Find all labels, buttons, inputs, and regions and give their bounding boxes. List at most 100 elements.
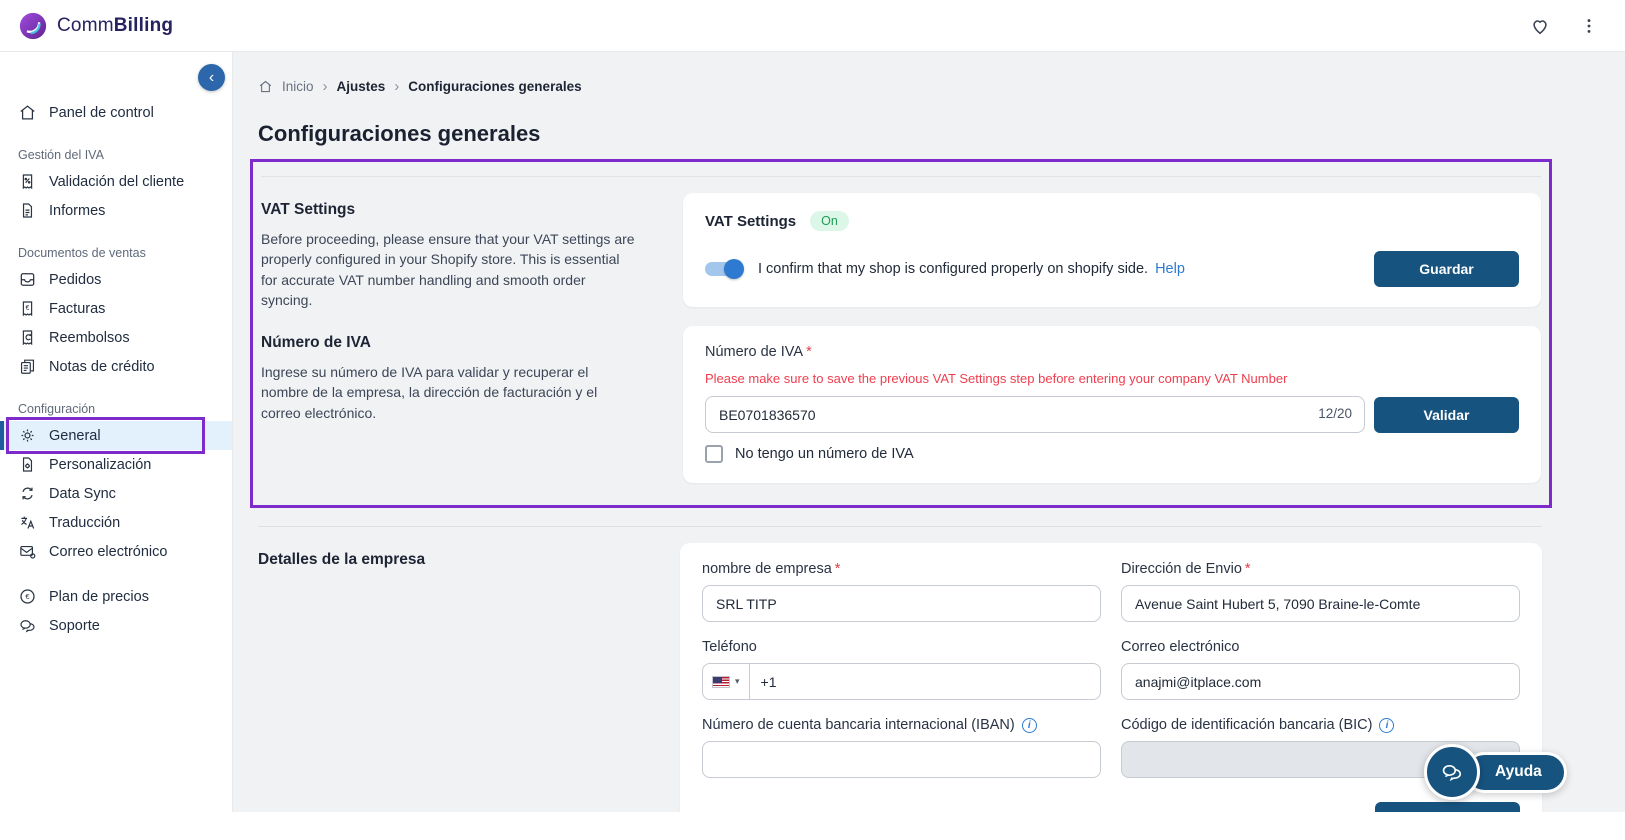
iban-input[interactable] bbox=[702, 741, 1101, 778]
status-badge-on: On bbox=[810, 211, 849, 231]
brand-logo[interactable]: CommBilling bbox=[18, 11, 173, 41]
required-asterisk: * bbox=[835, 561, 841, 577]
sidebar: ‹ Panel de control Gestión del IVA bbox=[0, 52, 233, 812]
sidebar-item-label: Traducción bbox=[49, 515, 120, 531]
sidebar-item-reembolsos[interactable]: Reembolsos bbox=[0, 323, 232, 352]
translate-icon bbox=[18, 513, 37, 532]
sidebar-item-general[interactable]: General bbox=[0, 421, 232, 450]
sidebar-section-gestion-iva: Gestión del IVA bbox=[0, 142, 232, 167]
company-name-input[interactable] bbox=[702, 585, 1101, 622]
refunds-icon bbox=[18, 328, 37, 347]
sidebar-item-correo-electronico[interactable]: Correo electrónico bbox=[0, 537, 232, 566]
vat-settings-card-title: VAT Settings bbox=[705, 213, 796, 230]
sync-icon bbox=[18, 484, 37, 503]
phone-label: Teléfono bbox=[702, 639, 1101, 655]
sidebar-item-label: Reembolsos bbox=[49, 330, 130, 346]
page-title: Configuraciones generales bbox=[258, 121, 1542, 147]
sidebar-item-traduccion[interactable]: Traducción bbox=[0, 508, 232, 537]
shipping-address-label: Dirección de Envio* bbox=[1121, 561, 1520, 577]
sidebar-item-label: Soporte bbox=[49, 618, 100, 634]
no-vat-number-checkbox[interactable] bbox=[705, 445, 723, 463]
email-settings-icon bbox=[18, 542, 37, 561]
home-icon bbox=[18, 103, 37, 122]
vat-number-section-title: Número de IVA bbox=[261, 334, 639, 352]
breadcrumb-inicio[interactable]: Inicio bbox=[282, 79, 314, 94]
brand-name: CommBilling bbox=[57, 15, 173, 37]
phone-input[interactable] bbox=[750, 674, 1100, 690]
shop-configured-toggle[interactable] bbox=[705, 262, 741, 276]
vat-settings-save-button[interactable]: Guardar bbox=[1374, 251, 1519, 287]
sidebar-item-label: Validación del cliente bbox=[49, 174, 184, 190]
validate-button[interactable]: Validar bbox=[1374, 397, 1519, 433]
sidebar-collapse-button[interactable]: ‹ bbox=[198, 64, 225, 91]
iban-info-icon[interactable]: i bbox=[1022, 718, 1037, 733]
vat-number-row: Número de IVA Ingrese su número de IVA p… bbox=[261, 326, 1541, 483]
company-save-button[interactable]: Guardar bbox=[1375, 802, 1520, 812]
vat-number-section-description: Ingrese su número de IVA para validar y … bbox=[261, 362, 639, 423]
iban-label: Número de cuenta bancaria internacional … bbox=[702, 717, 1101, 733]
breadcrumb-home-icon bbox=[258, 79, 273, 94]
favorite-heart-icon[interactable] bbox=[1529, 15, 1551, 37]
sidebar-item-plan-de-precios[interactable]: € Plan de precios bbox=[0, 582, 232, 611]
help-link[interactable]: Help bbox=[1155, 261, 1185, 277]
help-chat-button[interactable] bbox=[1424, 744, 1480, 800]
sidebar-item-label: Data Sync bbox=[49, 486, 116, 502]
divider bbox=[261, 176, 1541, 177]
sidebar-item-panel-de-control[interactable]: Panel de control bbox=[0, 98, 232, 127]
sidebar-item-data-sync[interactable]: Data Sync bbox=[0, 479, 232, 508]
company-details-card: nombre de empresa* Dirección de Envio* T… bbox=[680, 543, 1542, 812]
gear-icon bbox=[18, 426, 37, 445]
svg-text:€: € bbox=[25, 592, 30, 601]
sidebar-item-label: Notas de crédito bbox=[49, 359, 155, 375]
sidebar-item-label: Informes bbox=[49, 203, 105, 219]
vat-settings-section-title: VAT Settings bbox=[261, 201, 639, 219]
sidebar-item-pedidos[interactable]: Pedidos bbox=[0, 265, 232, 294]
sidebar-item-facturas[interactable]: € Facturas bbox=[0, 294, 232, 323]
sidebar-item-notas-credito[interactable]: Notas de crédito bbox=[0, 352, 232, 381]
sidebar-section-documentos: Documentos de ventas bbox=[0, 240, 232, 265]
required-asterisk: * bbox=[806, 344, 812, 360]
kebab-menu-icon[interactable] bbox=[1579, 16, 1599, 36]
main-content: Inicio › Ajustes › Configuraciones gener… bbox=[233, 52, 1625, 812]
invoices-icon: € bbox=[18, 299, 37, 318]
company-details-section-title: Detalles de la empresa bbox=[258, 551, 636, 569]
no-vat-number-label: No tengo un número de IVA bbox=[735, 446, 914, 462]
phone-field: ▾ bbox=[702, 663, 1101, 700]
bic-info-icon[interactable]: i bbox=[1379, 718, 1394, 733]
shipping-address-input[interactable] bbox=[1121, 585, 1520, 622]
vat-number-card: Número de IVA* Please make sure to save … bbox=[683, 326, 1541, 483]
breadcrumb-separator: › bbox=[323, 78, 328, 95]
pricing-icon: € bbox=[18, 587, 37, 606]
sidebar-item-soporte[interactable]: Soporte bbox=[0, 611, 232, 640]
sidebar-item-label: Plan de precios bbox=[49, 589, 149, 605]
country-code-dropdown[interactable]: ▾ bbox=[703, 664, 750, 699]
divider bbox=[258, 526, 1542, 527]
sidebar-item-validacion-cliente[interactable]: Validación del cliente bbox=[0, 167, 232, 196]
vat-number-char-counter: 12/20 bbox=[1318, 406, 1352, 421]
sidebar-item-label: Personalización bbox=[49, 457, 151, 473]
breadcrumb-separator: › bbox=[394, 78, 399, 95]
bic-label: Código de identificación bancaria (BIC)i bbox=[1121, 717, 1520, 733]
vat-settings-row: VAT Settings Before proceeding, please e… bbox=[261, 193, 1541, 310]
shop-configured-label: I confirm that my shop is configured pro… bbox=[758, 261, 1148, 277]
sidebar-section-configuracion: Configuración bbox=[0, 396, 232, 421]
vat-settings-card: VAT Settings On I confirm that my shop i… bbox=[683, 193, 1541, 307]
annotation-box-vat-sections: VAT Settings Before proceeding, please e… bbox=[250, 159, 1552, 508]
bottom-margin bbox=[0, 812, 1625, 840]
required-asterisk: * bbox=[1245, 561, 1251, 577]
vat-settings-section-description: Before proceeding, please ensure that yo… bbox=[261, 229, 639, 310]
email-input[interactable] bbox=[1121, 663, 1520, 700]
breadcrumb-current: Configuraciones generales bbox=[408, 79, 581, 94]
sidebar-item-informes[interactable]: Informes bbox=[0, 196, 232, 225]
sidebar-item-personalizacion[interactable]: Personalización bbox=[0, 450, 232, 479]
company-name-label: nombre de empresa* bbox=[702, 561, 1101, 577]
us-flag-icon bbox=[712, 676, 730, 688]
credit-notes-icon bbox=[18, 357, 37, 376]
breadcrumb-ajustes[interactable]: Ajustes bbox=[337, 79, 386, 94]
vat-validation-icon bbox=[18, 172, 37, 191]
sidebar-item-label: Facturas bbox=[49, 301, 105, 317]
customization-icon bbox=[18, 455, 37, 474]
help-widget: Ayuda bbox=[1424, 744, 1567, 800]
sidebar-item-label: Panel de control bbox=[49, 105, 154, 121]
vat-number-input[interactable] bbox=[705, 396, 1365, 433]
